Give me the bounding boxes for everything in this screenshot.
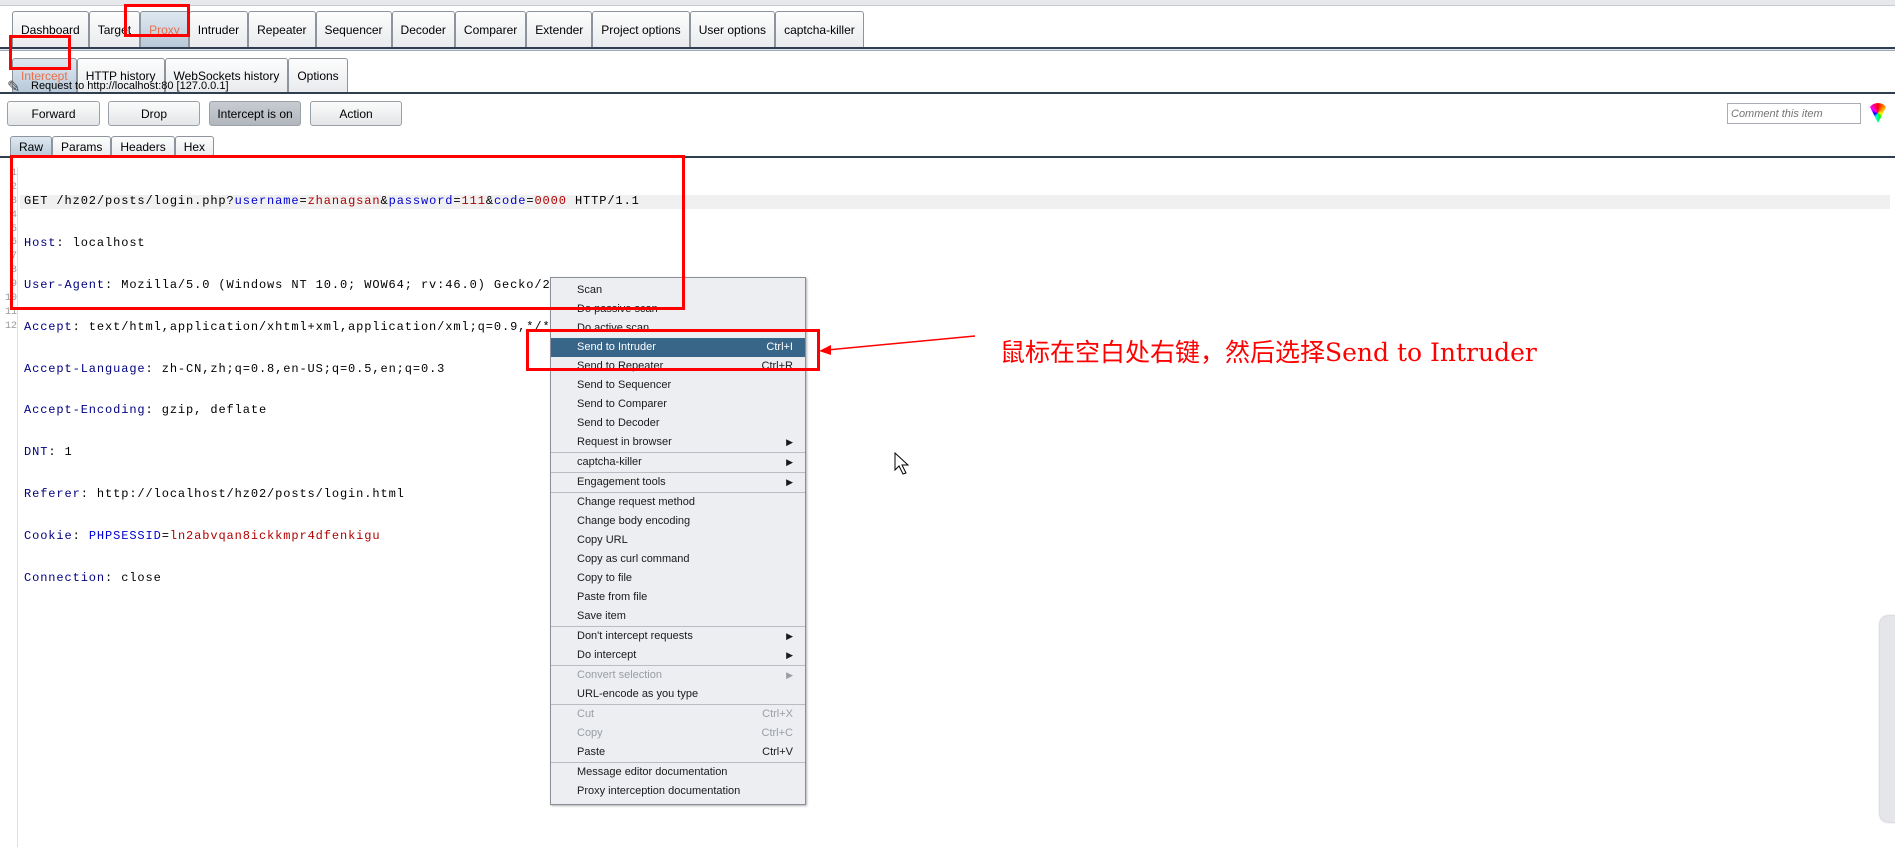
tab-user-options[interactable]: User options (689, 11, 776, 48)
menu-item-copy-url[interactable]: Copy URL (551, 531, 805, 550)
menu-item-captcha-killer[interactable]: captcha-killer ▶ (551, 453, 805, 472)
editor-tab-raw[interactable]: Raw (10, 136, 53, 157)
menu-item-url-encode-as-you-type[interactable]: URL-encode as you type (551, 685, 805, 704)
tab-decoder[interactable]: Decoder (391, 11, 455, 48)
menu-item-don-t-intercept-requests[interactable]: Don't intercept requests ▶ (551, 627, 805, 646)
mouse-cursor-icon (894, 452, 910, 475)
tab-options[interactable]: Options (288, 58, 348, 93)
menu-item-label: Request in browser (577, 436, 672, 448)
menu-item-shortcut: Ctrl+X (762, 708, 793, 720)
menu-item-copy: Copy Ctrl+C (551, 724, 805, 743)
action-button[interactable]: Action (310, 101, 402, 126)
submenu-arrow-icon: ▶ (786, 437, 793, 447)
editor-tab-hex[interactable]: Hex (174, 136, 215, 157)
menu-item-label: Proxy interception documentation (577, 785, 741, 797)
drop-button[interactable]: Drop (108, 101, 200, 126)
comment-input[interactable] (1727, 103, 1861, 124)
menu-item-do-intercept[interactable]: Do intercept ▶ (551, 646, 805, 665)
menu-item-label: URL-encode as you type (577, 688, 699, 700)
menu-item-shortcut: Ctrl+C (761, 727, 793, 739)
menu-item-label: Engagement tools (577, 476, 666, 488)
menu-item-paste[interactable]: Paste Ctrl+V (551, 743, 805, 762)
menu-item-copy-as-curl-command[interactable]: Copy as curl command (551, 550, 805, 569)
tab-comparer[interactable]: Comparer (454, 11, 527, 48)
annotation-box-intercept (9, 35, 71, 70)
line-number: 12 (4, 320, 17, 332)
tab-repeater[interactable]: Repeater (248, 11, 316, 48)
header-cookie: Cookie: PHPSESSID=ln2abvqan8ickkmpr4dfen… (24, 529, 381, 544)
menu-item-label: Change body encoding (577, 515, 691, 527)
menu-item-label: Don't intercept requests (577, 630, 693, 642)
highlight-color-icon[interactable] (1868, 103, 1888, 123)
submenu-arrow-icon: ▶ (786, 650, 793, 660)
forward-button[interactable]: Forward (7, 101, 100, 126)
menu-item-label: Copy to file (577, 572, 633, 584)
intercept-toggle-button[interactable]: Intercept is on (209, 101, 301, 126)
menu-item-label: captcha-killer (577, 456, 642, 468)
header-dnt: DNT: 1 (24, 445, 73, 460)
menu-item-label: Cut (577, 708, 595, 720)
editor-tab-headers[interactable]: Headers (111, 136, 175, 157)
annotation-text: 鼠标在空白处右键，然后选择Send to Intruder (1000, 338, 1537, 367)
menu-item-engagement-tools[interactable]: Engagement tools ▶ (551, 473, 805, 492)
header-accept-encoding: Accept-Encoding: gzip, deflate (24, 403, 268, 418)
submenu-arrow-icon: ▶ (786, 477, 793, 487)
menu-item-shortcut: Ctrl+V (762, 746, 793, 758)
annotation-box-proxy (124, 4, 190, 37)
menu-item-label: Paste from file (577, 591, 648, 603)
window-top-bar (0, 0, 1895, 6)
menu-item-save-item[interactable]: Save item (551, 607, 805, 626)
menu-item-label: Copy URL (577, 534, 628, 546)
menu-item-label: Send to Comparer (577, 398, 667, 410)
pencil-icon: ✎ (7, 79, 21, 96)
menu-item-copy-to-file[interactable]: Copy to file (551, 569, 805, 588)
menu-item-label: Change request method (577, 496, 696, 508)
subtab-separator (0, 92, 1895, 95)
header-referer: Referer: http://localhost/hz02/posts/log… (24, 487, 405, 502)
menu-item-label: Send to Decoder (577, 417, 660, 429)
menu-item-send-to-decoder[interactable]: Send to Decoder (551, 414, 805, 433)
menu-item-convert-selection: Convert selection ▶ (551, 666, 805, 685)
menu-item-label: Copy as curl command (577, 553, 690, 565)
menu-item-request-in-browser[interactable]: Request in browser ▶ (551, 433, 805, 452)
menu-item-label: Save item (577, 610, 626, 622)
tab-captcha-killer[interactable]: captcha-killer (775, 11, 864, 48)
submenu-arrow-icon: ▶ (786, 670, 793, 680)
menu-item-label: Do intercept (577, 649, 637, 661)
submenu-arrow-icon: ▶ (786, 457, 793, 467)
menu-item-proxy-interception-documentation[interactable]: Proxy interception documentation (551, 782, 805, 801)
menu-item-label: Copy (577, 727, 603, 739)
menu-item-label: Paste (577, 746, 606, 758)
header-accept-language: Accept-Language: zh-CN,zh;q=0.8,en-US;q=… (24, 361, 446, 376)
tab-project-options[interactable]: Project options (592, 11, 690, 48)
annotation-box-request (10, 155, 685, 310)
menu-item-paste-from-file[interactable]: Paste from file (551, 588, 805, 607)
menu-item-label: Message editor documentation (577, 766, 728, 778)
tab-sequencer[interactable]: Sequencer (315, 11, 392, 48)
menu-item-change-body-encoding[interactable]: Change body encoding (551, 512, 805, 531)
menu-item-label: Convert selection (577, 669, 662, 681)
menu-item-cut: Cut Ctrl+X (551, 705, 805, 724)
annotation-arrow-icon (819, 335, 976, 355)
tab-intruder[interactable]: Intruder (188, 11, 249, 48)
menu-item-send-to-comparer[interactable]: Send to Comparer (551, 395, 805, 414)
side-floating-panel[interactable] (1880, 616, 1895, 822)
tab-extender[interactable]: Extender (526, 11, 593, 48)
header-connection: Connection: close (24, 571, 162, 586)
menu-item-label: Send to Sequencer (577, 379, 672, 391)
editor-tab-params[interactable]: Params (52, 136, 112, 157)
tab-separator (0, 47, 1895, 51)
menu-item-send-to-sequencer[interactable]: Send to Sequencer (551, 376, 805, 395)
request-info: Request to http://localhost:80 [127.0.0.… (31, 80, 229, 92)
menu-item-change-request-method[interactable]: Change request method (551, 493, 805, 512)
submenu-arrow-icon: ▶ (786, 631, 793, 641)
annotation-box-send-to-intruder (526, 329, 820, 371)
editor-tab-bar: Raw Params Headers Hex (10, 136, 215, 157)
menu-item-message-editor-documentation[interactable]: Message editor documentation (551, 763, 805, 782)
